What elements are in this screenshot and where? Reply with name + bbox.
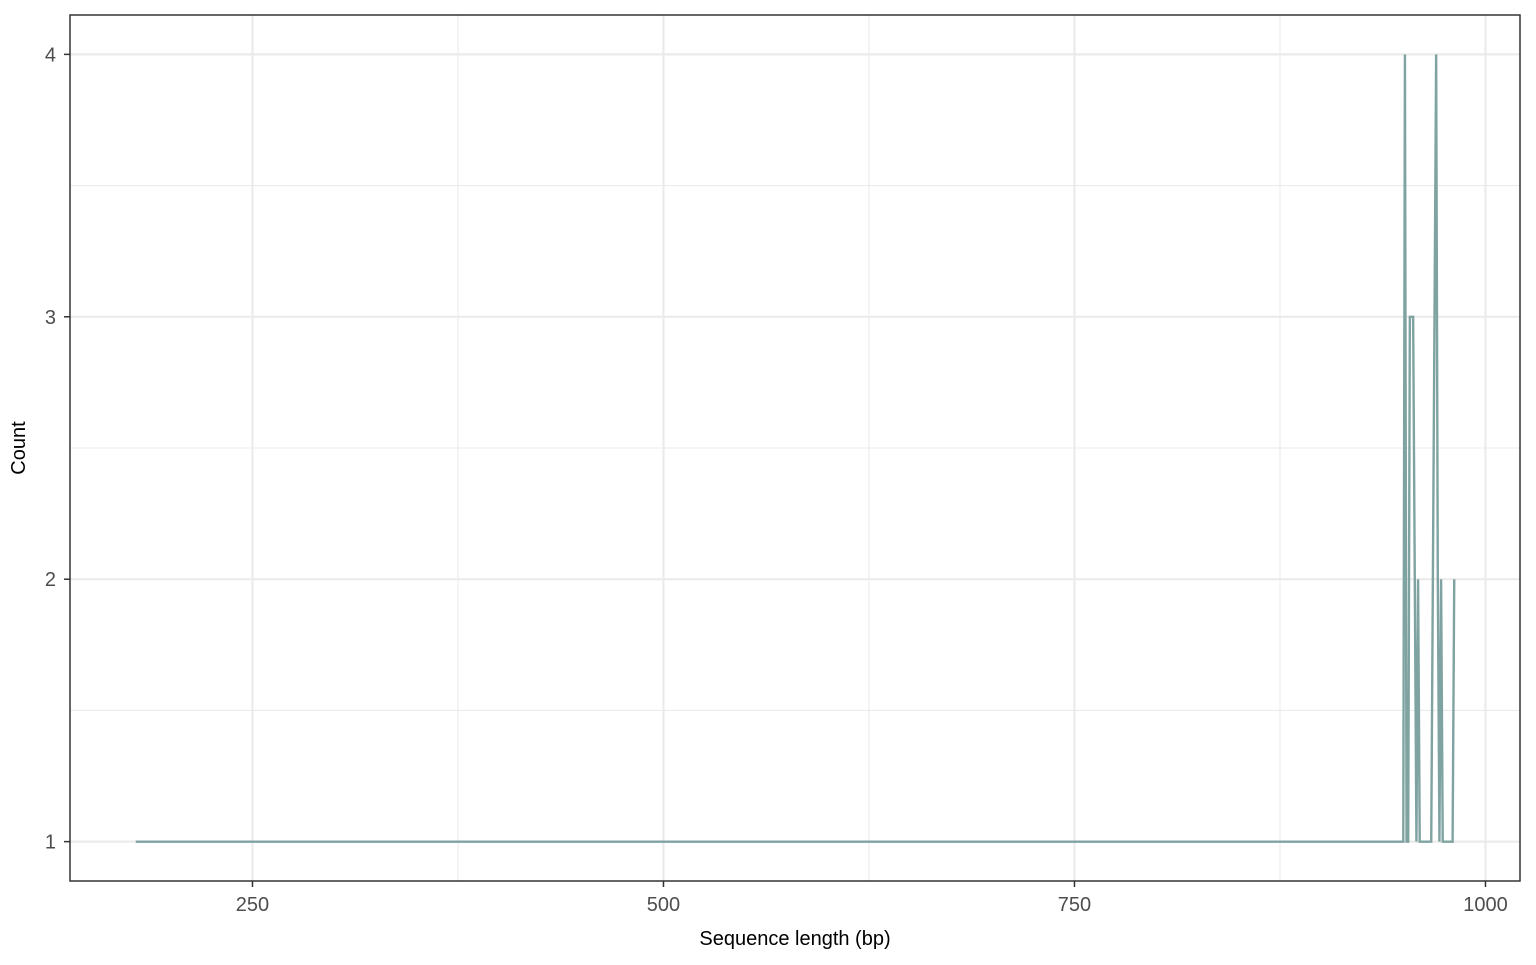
line-chart: 250 500 750 1000 1234 Sequence length (bp) … (8, 14, 1521, 950)
y-tick-label: 3 (45, 307, 56, 329)
y-tick-label: 4 (45, 44, 56, 66)
y-tick-label: 2 (45, 569, 56, 591)
chart-container: 250 500 750 1000 1234 Sequence length (bp) … (0, 0, 1536, 960)
x-tick-label: 1000 (1463, 894, 1508, 916)
y-axis: 1 2 3 4 (45, 44, 70, 854)
x-tick-label: 250 (236, 894, 269, 916)
y-tick-label: 1 (45, 832, 56, 854)
x-tick-label: 750 (1058, 894, 1091, 916)
y-axis-title: Count (8, 421, 30, 475)
x-axis-title: Sequence length (bp) (699, 928, 890, 950)
x-tick-label: 500 (647, 894, 680, 916)
x-axis: 250 500 750 1000 (236, 881, 1508, 916)
